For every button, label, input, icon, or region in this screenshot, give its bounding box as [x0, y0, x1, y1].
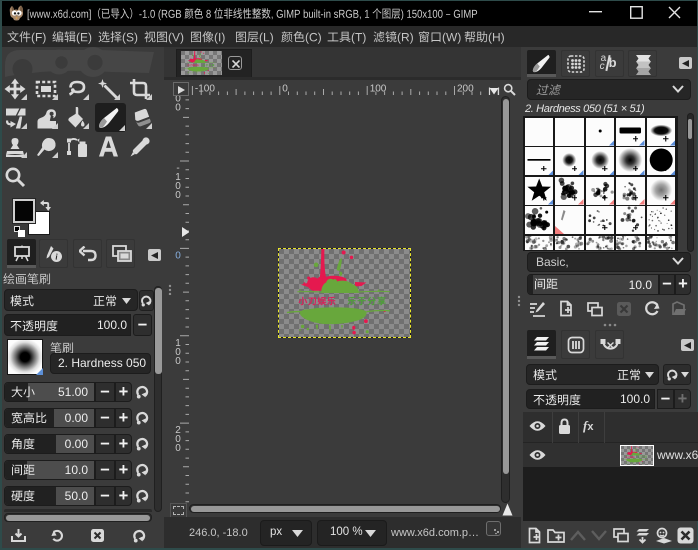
- svg-text:0: 0: [175, 250, 181, 261]
- svg-text:0: 0: [282, 84, 288, 95]
- svg-text:0: 0: [175, 356, 181, 367]
- svg-text:200: 200: [457, 84, 474, 95]
- svg-text:100: 100: [370, 84, 387, 95]
- svg-text:-100: -100: [195, 84, 215, 95]
- svg-text:0: 0: [175, 190, 181, 201]
- svg-text:0: 0: [175, 443, 181, 454]
- svg-text:0: 0: [175, 103, 181, 114]
